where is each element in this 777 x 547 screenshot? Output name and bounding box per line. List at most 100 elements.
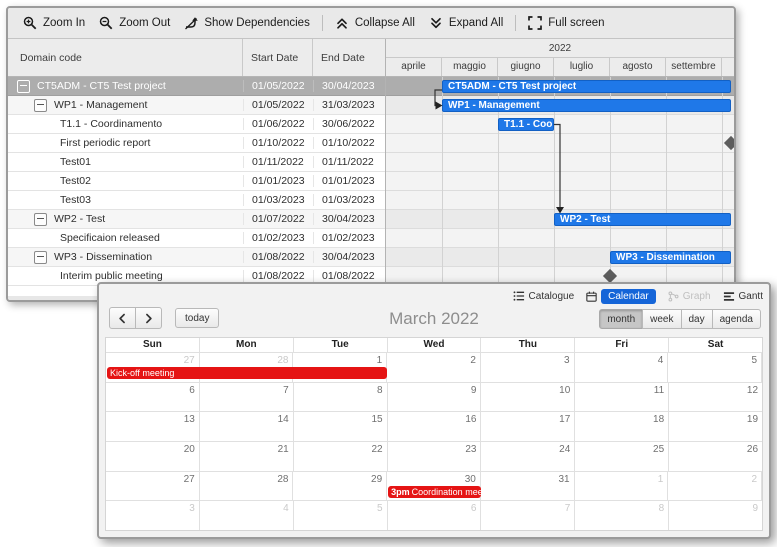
timeline-month-maggio: maggio (442, 58, 498, 76)
calendar-day-cell-4[interactable]: 4 (575, 353, 669, 382)
day-number: 9 (388, 383, 481, 396)
calendar-day-cell-9[interactable]: 9 (388, 383, 482, 412)
calendar-day-cell-8[interactable]: 8 (294, 383, 388, 412)
table-row-ct5adm-ct5-test-project[interactable]: CT5ADM - CT5 Test project01/05/202230/04… (8, 77, 385, 96)
calendar-day-cell-25[interactable]: 25 (575, 442, 669, 471)
calendar-day-cell-7[interactable]: 7 (481, 501, 575, 530)
day-number: 5 (294, 501, 387, 514)
calendar-day-cell-16[interactable]: 16 (388, 412, 482, 441)
calendar-day-cell-22[interactable]: 22 (294, 442, 388, 471)
view-button-month[interactable]: month (599, 309, 643, 329)
view-switcher-calendar[interactable]: Calendar (586, 289, 656, 304)
day-number: 22 (294, 442, 387, 455)
table-row-t1-1-coordinamento[interactable]: T1.1 - Coordinamento01/06/202230/06/2022 (8, 115, 385, 134)
calendar-day-cell-11[interactable]: 11 (575, 383, 669, 412)
calendar-day-cell-12[interactable]: 12 (669, 383, 762, 412)
day-number: 12 (669, 383, 762, 396)
view-switcher-catalogue[interactable]: Catalogue (513, 290, 575, 302)
calendar-day-cell-3[interactable]: 3 (106, 501, 200, 530)
calendar-day-cell-17[interactable]: 17 (481, 412, 575, 441)
gantt-icon (723, 291, 735, 302)
toolbar-button-expand-all[interactable]: Expand All (422, 12, 510, 34)
calendar-event-kick-off-meeting[interactable]: Kick-off meeting (107, 367, 387, 379)
view-button-day[interactable]: day (681, 309, 713, 329)
calendar-day-cell-19[interactable]: 19 (669, 412, 762, 441)
day-number: 27 (106, 472, 199, 485)
collapse-expander-icon[interactable] (17, 80, 30, 93)
calendar-day-cell-24[interactable]: 24 (481, 442, 575, 471)
collapse-expander-icon[interactable] (34, 251, 47, 264)
calendar-day-cell-3[interactable]: 3 (481, 353, 575, 382)
view-button-agenda[interactable]: agenda (712, 309, 761, 329)
calendar-day-cell-15[interactable]: 15 (294, 412, 388, 441)
calendar-day-cell-29[interactable]: 29 (293, 472, 387, 501)
calendar-day-cell-5[interactable]: 5 (294, 501, 388, 530)
toolbar-button-label: Full screen (548, 17, 604, 29)
calendar-day-cell-10[interactable]: 10 (481, 383, 575, 412)
task-name-cell: WP3 - Dissemination (8, 251, 243, 264)
gantt-bar-t1-1-coor[interactable]: T1.1 - Coor... (498, 118, 554, 131)
view-switcher-gantt[interactable]: Gantt (723, 291, 763, 302)
view-switcher-label: Graph (683, 291, 711, 302)
collapse-expander-icon[interactable] (34, 99, 47, 112)
calendar-day-cell-2[interactable]: 2 (668, 472, 762, 501)
calendar-day-headers: SunMonTueWedThuFriSat (106, 338, 762, 352)
task-name-label: Specificaion released (60, 232, 160, 244)
table-row-first-periodic-report[interactable]: First periodic report01/10/202201/10/202… (8, 134, 385, 153)
table-row-wp2-test[interactable]: WP2 - Test01/07/202230/04/2023 (8, 210, 385, 229)
calendar-week-row: 20212223242526 (106, 441, 762, 471)
end-date-cell: 30/04/2023 (313, 213, 385, 225)
timeline-month-luglio: luglio (554, 58, 610, 76)
task-name-label: WP1 - Management (54, 99, 147, 111)
calendar-day-cell-2[interactable]: 2 (387, 353, 481, 382)
calendar-day-cell-28[interactable]: 28 (200, 472, 294, 501)
toolbar-button-show-dependencies[interactable]: Show Dependencies (177, 12, 317, 34)
calendar-day-cell-7[interactable]: 7 (200, 383, 294, 412)
start-date-cell: 01/11/2022 (243, 156, 313, 168)
gantt-bar-wp1-management[interactable]: WP1 - Management (442, 99, 731, 112)
calendar-day-cell-8[interactable]: 8 (575, 501, 669, 530)
table-row-specificaion-released[interactable]: Specificaion released01/02/202301/02/202… (8, 229, 385, 248)
gantt-bar-wp3-dissemination[interactable]: WP3 - Dissemination (610, 251, 731, 264)
end-date-cell: 30/04/2023 (313, 251, 385, 263)
calendar-day-cell-9[interactable]: 9 (669, 501, 762, 530)
toolbar-button-label: Expand All (449, 17, 503, 29)
day-number: 13 (106, 412, 199, 425)
gantt-bar-wp2-test[interactable]: WP2 - Test (554, 213, 731, 226)
calendar-day-cell-31[interactable]: 31 (481, 472, 575, 501)
calendar-day-cell-21[interactable]: 21 (200, 442, 294, 471)
table-row-test03[interactable]: Test0301/03/202301/03/2023 (8, 191, 385, 210)
table-row-wp3-dissemination[interactable]: WP3 - Dissemination01/08/202230/04/2023 (8, 248, 385, 267)
calendar-day-cell-14[interactable]: 14 (200, 412, 294, 441)
calendar-day-cell-26[interactable]: 26 (669, 442, 762, 471)
table-row-wp1-management[interactable]: WP1 - Management01/05/202231/03/2023 (8, 96, 385, 115)
calendar-day-cell-13[interactable]: 13 (106, 412, 200, 441)
calendar-day-cell-23[interactable]: 23 (388, 442, 482, 471)
calendar-day-cell-20[interactable]: 20 (106, 442, 200, 471)
calendar-day-cell-4[interactable]: 4 (200, 501, 294, 530)
calendar-day-cell-1[interactable]: 1 (575, 472, 669, 501)
day-number: 5 (668, 353, 761, 366)
end-date-cell: 01/11/2022 (313, 156, 385, 168)
toolbar-button-full-screen[interactable]: Full screen (521, 12, 611, 34)
day-number: 15 (294, 412, 387, 425)
start-date-cell: 01/05/2022 (243, 99, 313, 111)
collapse-expander-icon[interactable] (34, 213, 47, 226)
day-header-sat: Sat (669, 338, 762, 352)
calendar-day-cell-27[interactable]: 27 (106, 472, 200, 501)
calendar-event-coordination-meeting[interactable]: 3pmCoordination meeting (388, 486, 481, 498)
toolbar-button-collapse-all[interactable]: Collapse All (328, 12, 422, 34)
table-row-test02[interactable]: Test0201/01/202301/01/2023 (8, 172, 385, 191)
calendar-week-row: 272812345Kick-off meeting (106, 352, 762, 382)
end-date-cell: 01/10/2022 (313, 137, 385, 149)
toolbar-button-zoom-in[interactable]: Zoom In (16, 12, 92, 34)
calendar-day-cell-6[interactable]: 6 (106, 383, 200, 412)
calendar-day-cell-5[interactable]: 5 (668, 353, 762, 382)
calendar-day-cell-18[interactable]: 18 (575, 412, 669, 441)
table-row-test01[interactable]: Test0101/11/202201/11/2022 (8, 153, 385, 172)
task-name-cell: Test03 (8, 194, 243, 206)
gantt-bar-ct5adm-ct5-test-project[interactable]: CT5ADM - CT5 Test project (442, 80, 731, 93)
view-button-week[interactable]: week (642, 309, 681, 329)
calendar-day-cell-6[interactable]: 6 (388, 501, 482, 530)
toolbar-button-zoom-out[interactable]: Zoom Out (92, 12, 177, 34)
